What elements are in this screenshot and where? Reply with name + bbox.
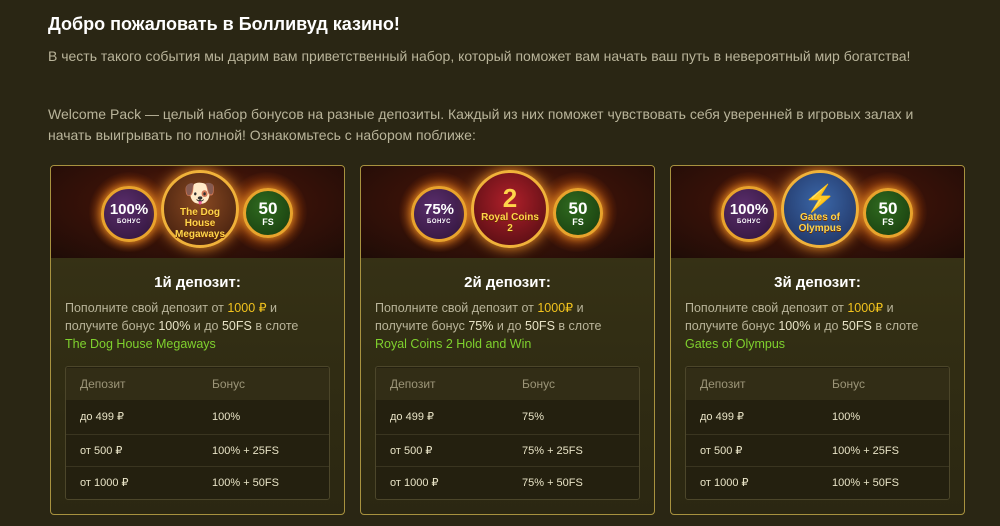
deposit-amount: 1000 ₽ <box>227 301 267 315</box>
table-row: от 500 ₽100% + 25FS <box>686 434 949 466</box>
game-logo: Royal Coins 2 <box>481 212 539 234</box>
table-row: от 1000 ₽100% + 50FS <box>686 466 949 498</box>
free-spins-badge: 50 FS <box>863 188 913 238</box>
table-header: Депозит Бонус <box>66 368 329 400</box>
table-row: до 499 ₽100% <box>80 411 241 423</box>
bonus-table: Депозит Бонус до 499 ₽100% от 500 ₽100% +… <box>65 366 330 500</box>
game-logo: Gates of Olympus <box>798 212 842 234</box>
coin-icon: 2 Royal Coins 2 <box>471 170 549 248</box>
slot-link[interactable]: Royal Coins 2 Hold and Win <box>375 337 531 351</box>
table-header: Депозит Бонус <box>376 368 639 400</box>
game-logo: The Dog House Megaways <box>174 206 226 240</box>
deposit-description: Пополните свой депозит от 1000₽ и получи… <box>685 301 919 351</box>
deposit-description: Пополните свой депозит от 1000₽ и получи… <box>375 301 602 351</box>
deposit-card-3: 100% БОНУС ⚡ Gates of Olympus 50 FS 3й д… <box>670 165 965 515</box>
slot-link[interactable]: The Dog House Megaways <box>65 337 216 351</box>
bonus-banner: 100% БОНУС 🐶 The Dog House Megaways 50 F… <box>51 166 344 258</box>
deposit-title: 2й депозит: <box>464 274 551 291</box>
bonus-table: Депозит Бонус до 499 ₽75% от 500 ₽75% + 2… <box>375 366 640 500</box>
table-row: от 1000 ₽100% + 50FS <box>66 466 329 498</box>
table-row: от 500 ₽75% + 25FS <box>376 434 639 466</box>
table-row: до 499 ₽75% <box>390 411 545 423</box>
bonus-banner: 100% БОНУС ⚡ Gates of Olympus 50 FS <box>671 166 964 258</box>
deposit-cards: 100% БОНУС 🐶 The Dog House Megaways 50 F… <box>50 165 968 515</box>
deposit-card-1: 100% БОНУС 🐶 The Dog House Megaways 50 F… <box>50 165 345 515</box>
deposit-title: 3й депозит: <box>774 274 861 291</box>
welcome-pack-text: Welcome Pack — целый набор бонусов на ра… <box>48 106 914 143</box>
bonus-percent-badge: 75% БОНУС <box>411 186 467 242</box>
free-spins-badge: 50 FS <box>553 188 603 238</box>
page-title: Добро пожаловать в Болливуд казино! <box>48 14 400 34</box>
dog-icon: 🐶 The Dog House Megaways <box>161 170 239 248</box>
table-row: до 499 ₽100% <box>700 411 861 423</box>
slot-link[interactable]: Gates of Olympus <box>685 337 785 351</box>
deposit-card-2: 75% БОНУС 2 Royal Coins 2 50 FS 2й депоз… <box>360 165 655 515</box>
deposit-amount: 1000₽ <box>537 301 574 315</box>
bonus-banner: 75% БОНУС 2 Royal Coins 2 50 FS <box>361 166 654 258</box>
deposit-title: 1й депозит: <box>154 274 241 291</box>
bonus-percent-badge: 100% БОНУС <box>721 186 777 242</box>
bonus-table: Депозит Бонус до 499 ₽100% от 500 ₽100% +… <box>685 366 950 500</box>
intro-text: В честь такого события мы дарим вам прив… <box>48 48 911 64</box>
free-spins-badge: 50 FS <box>243 188 293 238</box>
bonus-percent-badge: 100% БОНУС <box>101 186 157 242</box>
deposit-description: Пополните свой депозит от 1000 ₽ и получ… <box>65 301 299 351</box>
table-row: от 1000 ₽75% + 50FS <box>376 466 639 498</box>
deposit-amount: 1000₽ <box>847 301 884 315</box>
table-row: от 500 ₽100% + 25FS <box>66 434 329 466</box>
zeus-icon: ⚡ Gates of Olympus <box>781 170 859 248</box>
table-header: Депозит Бонус <box>686 368 949 400</box>
